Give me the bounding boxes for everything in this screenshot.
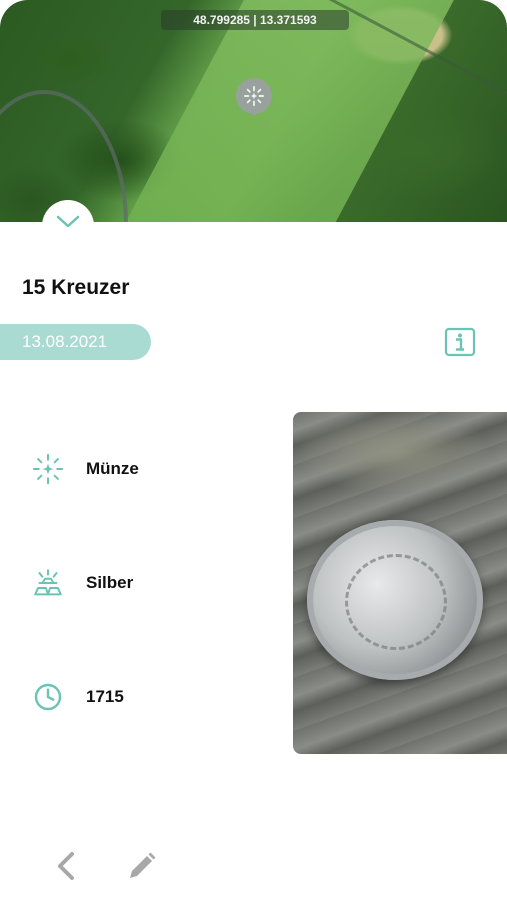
- back-button[interactable]: [52, 850, 80, 882]
- attribute-label: 1715: [86, 687, 124, 706]
- attribute-material: Silber: [30, 565, 133, 601]
- chevron-left-icon: [58, 852, 74, 880]
- edit-button[interactable]: [126, 850, 158, 882]
- find-location-pin[interactable]: [236, 78, 272, 116]
- attribute-label: Münze: [86, 459, 139, 478]
- coordinates-label: 48.799285 | 13.371593: [161, 10, 349, 30]
- collapse-button[interactable]: [42, 200, 94, 244]
- sparkle-icon: [244, 86, 264, 106]
- gold-bars-icon: [30, 565, 66, 601]
- find-title: 15 Kreuzer: [22, 276, 130, 299]
- attribute-type: Münze: [30, 451, 139, 487]
- attribute-year: 1715: [30, 679, 124, 715]
- map-view[interactable]: 48.799285 | 13.371593: [0, 0, 507, 222]
- coin-image: [307, 520, 483, 680]
- info-icon: [444, 327, 476, 357]
- chevron-down-icon: [56, 215, 80, 228]
- map-field: [110, 0, 460, 222]
- info-button[interactable]: [444, 327, 476, 357]
- clock-icon: [30, 679, 66, 715]
- find-photo[interactable]: [293, 412, 507, 754]
- attribute-label: Silber: [86, 573, 134, 592]
- pencil-icon: [130, 852, 156, 878]
- find-date-badge: 13.08.2021: [0, 324, 151, 360]
- sparkle-icon: [30, 451, 66, 487]
